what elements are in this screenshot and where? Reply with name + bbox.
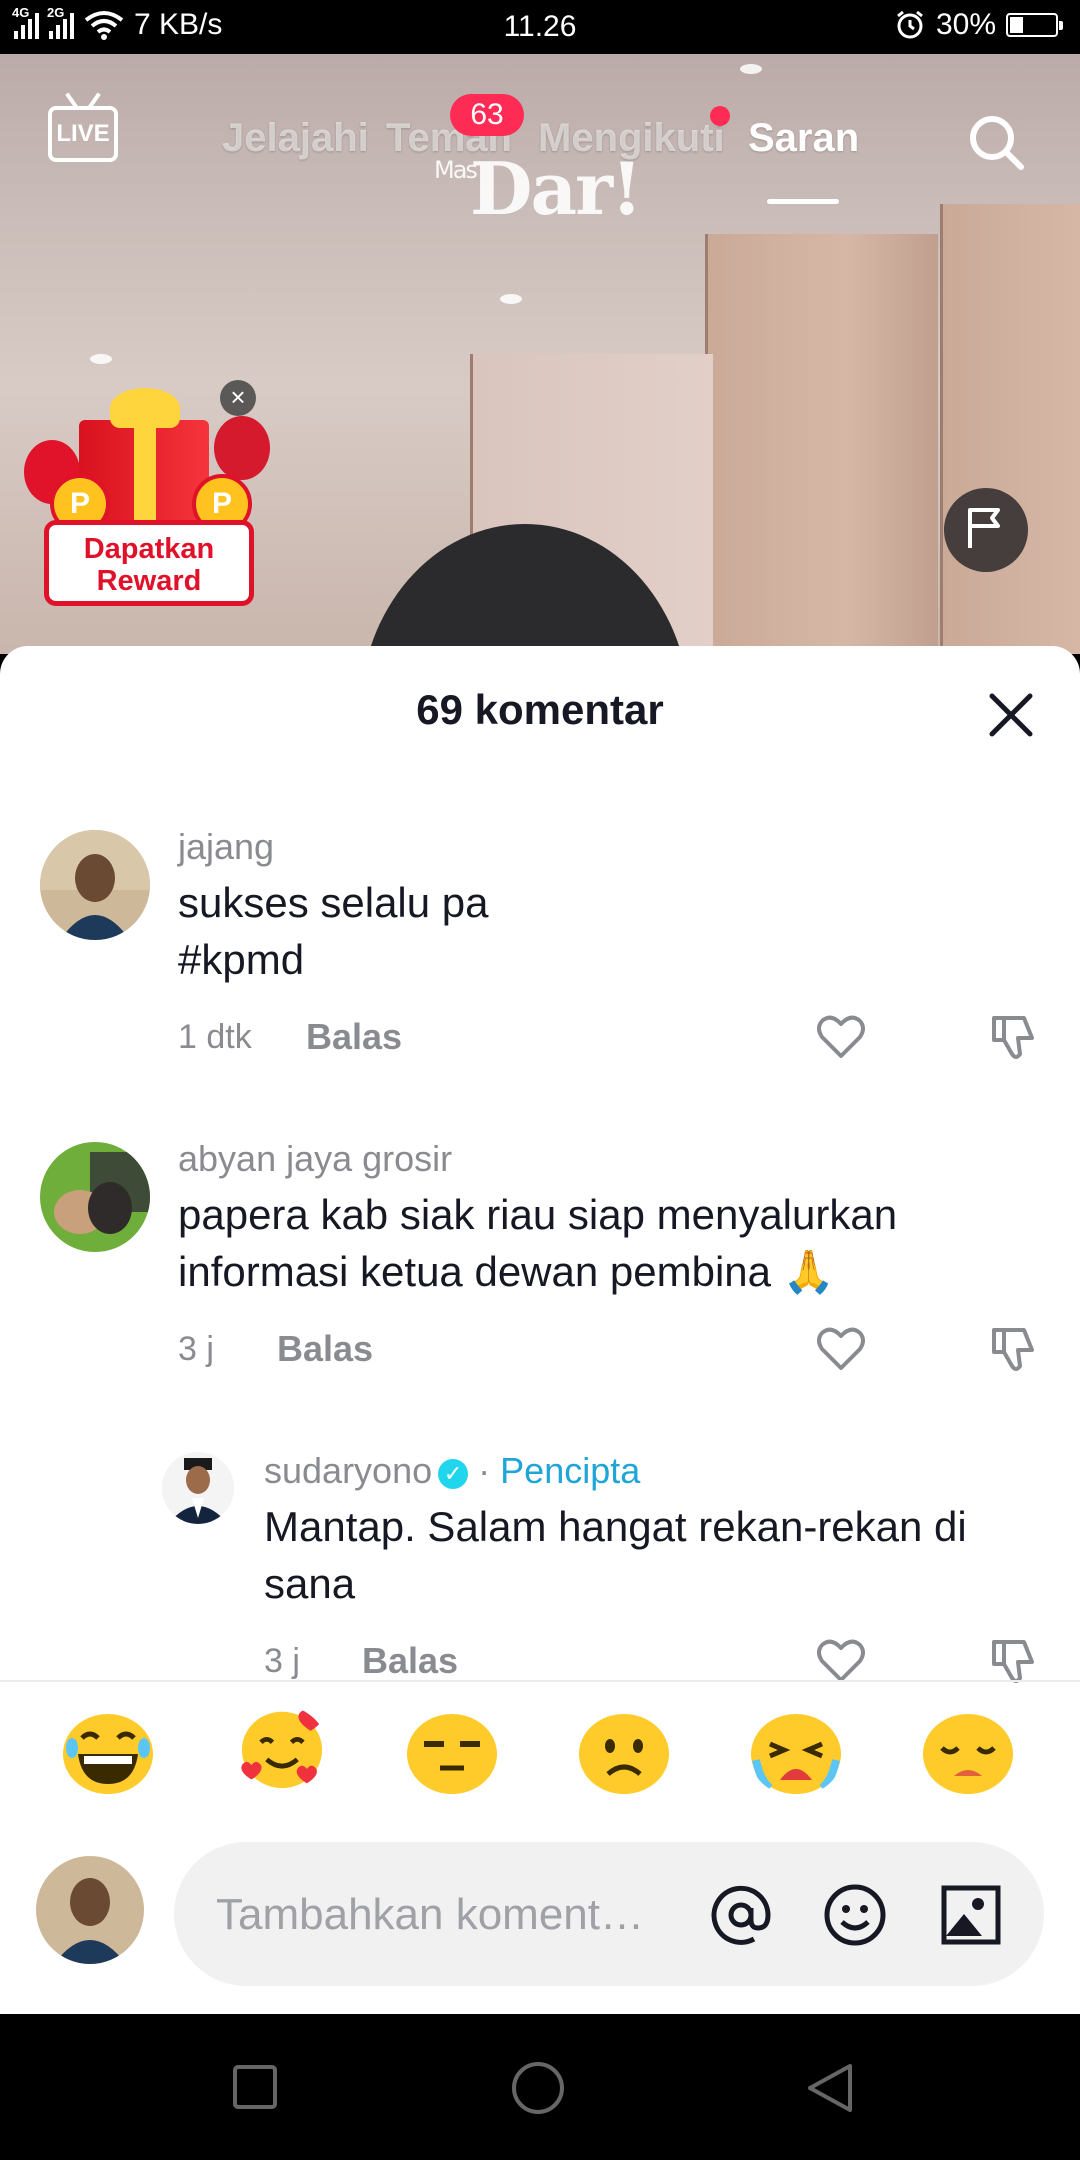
comment-time: 3 j xyxy=(264,1642,300,1680)
avatar[interactable] xyxy=(162,1452,234,1524)
comment-text-line: Mantap. Salam hangat rekan-rekan di xyxy=(264,1503,967,1550)
heart-icon[interactable] xyxy=(814,1322,868,1376)
ceiling-light xyxy=(500,294,522,304)
comment-time: 1 dtk xyxy=(178,1018,252,1056)
reply-button[interactable]: Balas xyxy=(277,1328,373,1370)
avatar[interactable] xyxy=(40,830,150,940)
reward-close-button[interactable]: × xyxy=(220,380,256,416)
comment-username: sudaryono ✓ · Pencipta xyxy=(264,1450,640,1492)
top-navigation: LIVE Jelajahi Teman 63 Mengikuti Saran xyxy=(0,54,1080,204)
live-icon[interactable]: LIVE xyxy=(48,106,118,162)
ceiling-light xyxy=(90,354,112,364)
reward-widget[interactable]: P P Dapatkan Reward × xyxy=(24,380,270,610)
comment-username[interactable]: abyan jaya grosir xyxy=(178,1138,452,1180)
recent-apps-icon[interactable] xyxy=(232,2064,278,2110)
comments-count-title: 69 komentar xyxy=(416,686,664,733)
comment-hashtag[interactable]: #kpmd xyxy=(178,931,489,988)
comment-text: papera kab siak riau siap menyalurkan in… xyxy=(178,1186,897,1300)
gift-bow xyxy=(110,388,180,428)
heart-icon[interactable] xyxy=(814,1010,868,1064)
alarm-icon xyxy=(897,10,923,39)
quick-emoji-row xyxy=(0,1706,1080,1816)
active-tab-indicator xyxy=(767,199,839,204)
comment-input-placeholder[interactable]: Tambahkan koment… xyxy=(216,1890,644,1940)
user-avatar[interactable] xyxy=(36,1856,144,1964)
following-new-dot xyxy=(710,106,730,126)
comment-input-row: Tambahkan koment… xyxy=(0,1842,1080,1992)
report-flag-button[interactable] xyxy=(944,488,1028,572)
emoji-picker-icon[interactable] xyxy=(822,1882,888,1948)
comment-text-line: informasi ketua dewan pembina 🙏 xyxy=(178,1248,835,1295)
dislike-icon[interactable] xyxy=(986,1010,1040,1064)
wall-panel xyxy=(705,234,938,654)
comment-text-line: sukses selalu pa xyxy=(178,879,489,926)
comment-time: 3 j xyxy=(178,1330,214,1368)
verified-badge-icon: ✓ xyxy=(438,1459,469,1489)
frowning-emoji-icon[interactable] xyxy=(578,1710,670,1794)
close-icon[interactable] xyxy=(986,690,1036,740)
avatar[interactable] xyxy=(40,1142,150,1252)
home-icon[interactable] xyxy=(510,2060,566,2116)
tab-mengikuti[interactable]: Mengikuti xyxy=(538,116,725,161)
comment-text-line: sana xyxy=(264,1560,356,1607)
smiling-hearts-emoji-icon[interactable] xyxy=(236,1706,328,1790)
battery-icon xyxy=(1006,13,1063,37)
tab-saran[interactable]: Saran xyxy=(748,116,859,161)
comment-text: Mantap. Salam hangat rekan-rekan di sana xyxy=(264,1498,967,1612)
unamused-emoji-icon[interactable] xyxy=(406,1710,498,1794)
comment-username[interactable]: jajang xyxy=(178,826,274,868)
friends-notification-badge: 63 xyxy=(450,94,524,136)
laughing-emoji-icon[interactable] xyxy=(62,1710,154,1794)
status-bar: 4G 2G 7 KB/s 11.26 30% xyxy=(0,0,1080,54)
reply-button[interactable]: Balas xyxy=(362,1640,458,1682)
status-right: 30% xyxy=(894,8,1063,42)
comment-text: sukses selalu pa #kpmd xyxy=(178,874,489,988)
battery-fill xyxy=(1010,17,1023,33)
crying-emoji-icon[interactable] xyxy=(750,1710,842,1794)
battery-percent: 30% xyxy=(935,8,996,41)
wall-panel xyxy=(940,204,1080,654)
creator-username[interactable]: sudaryono xyxy=(264,1450,432,1491)
creator-label: Pencipta xyxy=(500,1450,641,1491)
reply-button[interactable]: Balas xyxy=(306,1016,402,1058)
search-icon[interactable] xyxy=(966,112,1026,172)
sad-emoji-icon[interactable] xyxy=(922,1710,1014,1794)
image-attach-icon[interactable] xyxy=(938,1882,1004,1948)
comments-sheet: 69 komentar jajang sukses selalu pa #kpm… xyxy=(0,646,1080,2014)
reward-label-line2: Reward xyxy=(96,565,202,597)
reward-label-line1: Dapatkan xyxy=(83,533,215,565)
gift-ribbon xyxy=(134,410,156,530)
reward-label: Dapatkan Reward xyxy=(44,520,254,606)
balloon-icon xyxy=(214,416,270,480)
comment-text-line: papera kab siak riau siap menyalurkan xyxy=(178,1191,898,1238)
back-icon[interactable] xyxy=(804,2062,856,2114)
creator-separator: · xyxy=(478,1450,491,1491)
dislike-icon[interactable] xyxy=(986,1322,1040,1376)
divider xyxy=(0,1680,1080,1682)
system-navigation-bar xyxy=(0,2014,1080,2160)
mention-icon[interactable] xyxy=(708,1882,774,1948)
tab-jelajahi[interactable]: Jelajahi xyxy=(222,116,369,161)
